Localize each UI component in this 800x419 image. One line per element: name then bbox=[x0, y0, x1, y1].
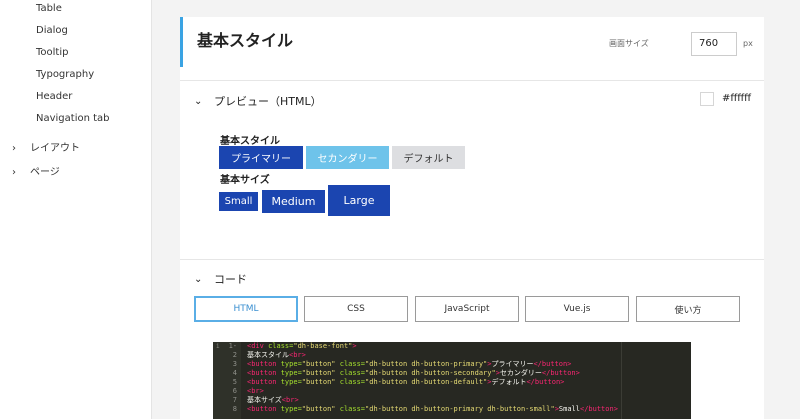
code-token: "dh-base-font" bbox=[293, 342, 353, 350]
code-token: <div bbox=[247, 342, 269, 350]
code-token: "dh-button dh-button-primary dh-button-s… bbox=[365, 405, 555, 413]
sidebar-group-layout[interactable]: › レイアウト bbox=[10, 143, 80, 155]
code-area[interactable]: <div class="dh-base-font"> 基本スタイル<br> <but… bbox=[247, 342, 687, 414]
code-token: type= bbox=[280, 369, 302, 377]
default-button[interactable]: デフォルト bbox=[392, 146, 465, 169]
code-token: <button bbox=[247, 378, 281, 386]
code-toggle-label: コード bbox=[214, 273, 247, 286]
screen-size-unit: px bbox=[743, 39, 753, 48]
code-line: <div class="dh-base-font"> bbox=[247, 342, 687, 351]
code-editor[interactable]: i 1- 2 3 4 5 6 7 8 <div class="dh-base-fon… bbox=[213, 342, 691, 419]
divider bbox=[180, 80, 764, 81]
code-token: class= bbox=[335, 405, 366, 413]
sidebar-group-label: ページ bbox=[30, 167, 60, 178]
preview-size-heading: 基本サイズ bbox=[220, 175, 270, 186]
screen-size-label: 画面サイズ bbox=[609, 39, 649, 48]
medium-button[interactable]: Medium bbox=[262, 190, 325, 213]
large-button[interactable]: Large bbox=[328, 185, 390, 216]
code-token: <button bbox=[247, 369, 281, 377]
tab-usage[interactable]: 使い方 bbox=[636, 296, 740, 322]
code-token: プライマリー bbox=[491, 360, 534, 368]
code-line: <button type="button" class="dh-button d… bbox=[247, 378, 687, 387]
code-token: "button" bbox=[301, 369, 336, 377]
divider bbox=[180, 259, 764, 260]
code-token: <br> bbox=[247, 387, 264, 395]
code-line: <button type="button" class="dh-button d… bbox=[247, 360, 687, 369]
line-number: 2 bbox=[232, 351, 237, 359]
code-token: 基本スタイル bbox=[247, 351, 289, 359]
code-toggle[interactable]: ⌄ コード bbox=[194, 271, 247, 287]
sidebar-item-header[interactable]: Header bbox=[36, 91, 72, 103]
primary-button[interactable]: プライマリー bbox=[219, 146, 303, 169]
code-line: 基本スタイル<br> bbox=[247, 351, 687, 360]
code-line: 基本サイズ<br> bbox=[247, 396, 687, 405]
code-token: type= bbox=[280, 360, 302, 368]
code-token: Small bbox=[558, 405, 580, 413]
background-color-swatch[interactable] bbox=[700, 92, 714, 106]
code-line: <button type="button" class="dh-button d… bbox=[247, 369, 687, 378]
line-number: 6 bbox=[232, 387, 237, 395]
info-marker-icon: i bbox=[216, 343, 220, 350]
code-token: </button> bbox=[541, 369, 580, 377]
sidebar-item-typography[interactable]: Typography bbox=[36, 69, 94, 81]
tab-vuejs[interactable]: Vue.js bbox=[525, 296, 629, 322]
code-line: <br> bbox=[247, 387, 687, 396]
code-token: type= bbox=[280, 378, 302, 386]
line-number: i 1- bbox=[216, 342, 237, 350]
code-token: <button bbox=[247, 405, 281, 413]
code-token: デフォルト bbox=[491, 378, 527, 386]
sidebar: Table Dialog Tooltip Typography Header N… bbox=[0, 0, 152, 419]
code-token: </button> bbox=[579, 405, 618, 413]
chevron-down-icon: ⌄ bbox=[194, 273, 203, 285]
code-token: "button" bbox=[301, 405, 336, 413]
preview-toggle-label: プレビュー（HTML） bbox=[214, 95, 322, 108]
screen-size-input[interactable]: 760 bbox=[691, 32, 737, 56]
code-line: <button type="button" class="dh-button d… bbox=[247, 405, 687, 414]
code-token: class= bbox=[335, 369, 366, 377]
sidebar-item-dialog[interactable]: Dialog bbox=[36, 25, 68, 37]
code-token: type= bbox=[280, 405, 302, 413]
sidebar-group-pages[interactable]: › ページ bbox=[10, 167, 60, 179]
sidebar-item-tooltip[interactable]: Tooltip bbox=[36, 47, 68, 59]
code-token: "dh-button dh-button-primary" bbox=[365, 360, 488, 368]
code-token: > bbox=[352, 342, 357, 350]
line-number: 5 bbox=[232, 378, 237, 386]
line-number: 4 bbox=[232, 369, 237, 377]
tab-css[interactable]: CSS bbox=[304, 296, 408, 322]
code-token: "dh-button dh-button-default" bbox=[365, 378, 488, 386]
line-number: 7 bbox=[232, 396, 237, 404]
code-token: class= bbox=[335, 378, 366, 386]
code-token: "button" bbox=[301, 360, 336, 368]
line-number: 8 bbox=[232, 405, 237, 413]
line-number: 3 bbox=[232, 360, 237, 368]
page-title: 基本スタイル bbox=[197, 31, 294, 50]
sidebar-item-navigation-tab[interactable]: Navigation tab bbox=[36, 113, 110, 125]
tab-javascript[interactable]: JavaScript bbox=[415, 296, 519, 322]
code-token: class= bbox=[335, 360, 366, 368]
preview-toggle[interactable]: ⌄ プレビュー（HTML） bbox=[194, 93, 322, 109]
secondary-button[interactable]: セカンダリー bbox=[306, 146, 389, 169]
editor-gutter: i 1- 2 3 4 5 6 7 8 bbox=[213, 342, 241, 419]
code-token: <br> bbox=[289, 351, 306, 359]
chevron-down-icon: ⌄ bbox=[194, 95, 203, 107]
preview-style-heading: 基本スタイル bbox=[220, 136, 280, 147]
chevron-right-icon: › bbox=[12, 143, 16, 154]
code-token: "button" bbox=[301, 378, 336, 386]
code-token: <button bbox=[247, 360, 281, 368]
card-header: 基本スタイル 画面サイズ 760 px bbox=[180, 17, 764, 67]
chevron-right-icon: › bbox=[12, 167, 16, 178]
code-token: </button> bbox=[533, 360, 572, 368]
main-card: 基本スタイル 画面サイズ 760 px ⌄ プレビュー（HTML） #fffff… bbox=[180, 17, 764, 419]
sidebar-group-label: レイアウト bbox=[30, 143, 80, 154]
code-token: 基本サイズ bbox=[247, 396, 282, 404]
sidebar-item-table[interactable]: Table bbox=[36, 3, 62, 15]
code-token: "dh-button dh-button-secondary" bbox=[365, 369, 496, 377]
small-button[interactable]: Small bbox=[219, 192, 258, 211]
code-token: セカンダリー bbox=[499, 369, 542, 377]
background-color-value: #ffffff bbox=[722, 93, 752, 104]
code-token: class= bbox=[268, 342, 294, 350]
code-token: <br> bbox=[281, 396, 299, 404]
tab-html[interactable]: HTML bbox=[194, 296, 298, 322]
code-token: </button> bbox=[526, 378, 565, 386]
